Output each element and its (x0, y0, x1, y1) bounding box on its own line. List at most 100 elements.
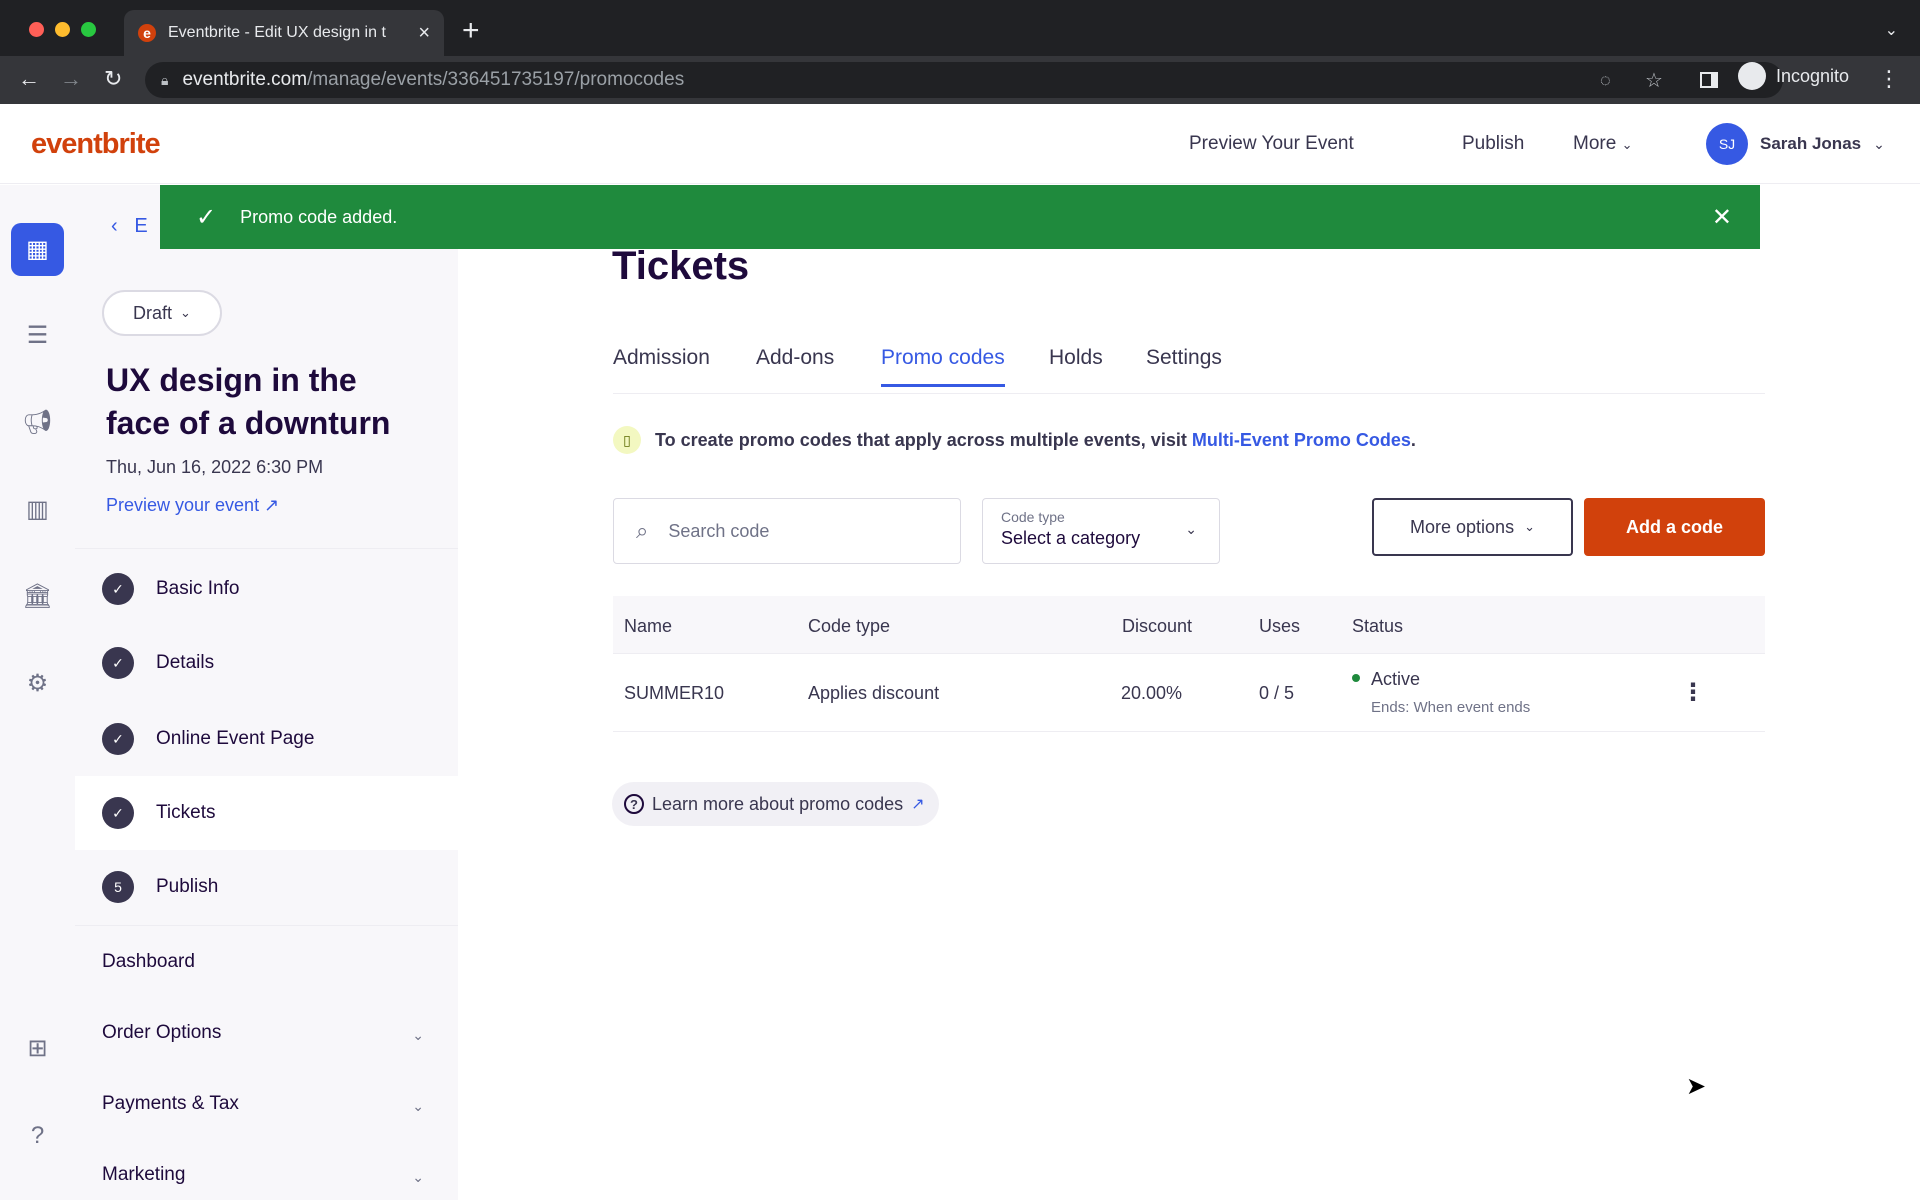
close-icon[interactable]: ✕ (1712, 203, 1732, 232)
step-publish[interactable]: 5 Publish (75, 850, 458, 924)
back-arrow-icon[interactable]: ← (18, 66, 40, 92)
column-header[interactable]: Name (624, 616, 672, 637)
sidebar-item-marketing[interactable]: Marketing (102, 1164, 185, 1186)
bank-icon[interactable]: 🏛︎ (11, 570, 64, 623)
help-icon: ? (624, 794, 644, 814)
code-name: SUMMER10 (624, 683, 725, 703)
tab-holds[interactable]: Holds (1049, 346, 1103, 384)
event-date: Thu, Jun 16, 2022 6:30 PM (106, 457, 324, 477)
step-basic-info[interactable]: ✓ Basic Info (75, 552, 458, 626)
check-icon: ✓ (102, 723, 134, 755)
step-label: Basic Info (156, 578, 240, 599)
eventbrite-favicon-icon: e (138, 24, 156, 42)
chevron-down-icon[interactable]: ⌄ (412, 1169, 424, 1186)
tab-settings[interactable]: Settings (1146, 346, 1222, 384)
browser-tab[interactable]: e Eventbrite - Edit UX design in t × (124, 10, 444, 56)
event-title: UX design in the face of a downturn (106, 362, 391, 441)
incognito-indicator[interactable]: Incognito (1738, 62, 1849, 90)
code-type-select[interactable]: Code type Select a category ⌄ (982, 498, 1220, 564)
window-maximize-button[interactable] (81, 22, 96, 37)
row-actions-kebab-icon[interactable]: ⋮ (1681, 678, 1705, 707)
preview-your-event-link[interactable]: Preview your event ↗ (106, 495, 279, 516)
megaphone-icon[interactable]: 📢︎ (11, 396, 64, 449)
success-toast: ✓ Promo code added. ✕ (160, 185, 1760, 249)
sidebar-item-order-options[interactable]: Order Options (102, 1022, 221, 1044)
divider (75, 925, 458, 926)
bar-chart-icon[interactable]: ▥ (11, 483, 64, 536)
reload-icon[interactable]: ↻ (104, 66, 122, 92)
status-dropdown[interactable]: Draft ⌄ (102, 290, 222, 336)
learn-more-link[interactable]: ? Learn more about promo codes ↗ (612, 782, 939, 826)
chevron-left-icon: ‹ (111, 215, 118, 237)
uses: 0 / 5 (1259, 683, 1295, 703)
user-name: Sarah Jonas (1760, 134, 1862, 153)
discount: 20.00% (1121, 683, 1183, 703)
search-field[interactable]: ⌕ (613, 498, 961, 564)
bookmark-star-icon[interactable]: ☆ (1645, 68, 1663, 93)
tab-promo-codes[interactable]: Promo codes (881, 346, 1005, 387)
step-details[interactable]: ✓ Details (75, 626, 458, 700)
browser-menu-icon[interactable]: ⋮ (1878, 66, 1900, 92)
publish-link[interactable]: Publish (1462, 133, 1524, 155)
multi-event-info: ▯ To create promo codes that apply acros… (613, 426, 1416, 454)
url-path: /manage/events/336451735197/promocodes (307, 69, 685, 90)
step-label: Publish (156, 876, 219, 897)
orders-list-icon[interactable]: ☰ (11, 309, 64, 362)
eventbrite-logo[interactable]: eventbrite (31, 128, 161, 161)
more-options-button[interactable]: More options ⌄ (1372, 498, 1573, 556)
chevron-down-icon[interactable]: ⌄ (412, 1098, 424, 1115)
sidebar-item-dashboard[interactable]: Dashboard (102, 951, 195, 973)
side-panel-icon[interactable] (1700, 72, 1718, 88)
icon-rail: ▦ ☰ 📢︎ ▥ 🏛︎ ⚙ ⊞ ? (0, 185, 75, 1200)
info-end: . (1410, 429, 1416, 450)
column-header[interactable]: Uses (1259, 616, 1300, 637)
step-online-event-page[interactable]: ✓ Online Event Page (75, 702, 458, 776)
more-menu[interactable]: More ⌄ (1573, 133, 1632, 155)
page-title: Tickets (612, 244, 750, 288)
code-type: Applies discount (808, 683, 940, 703)
sidebar-item-payments-tax[interactable]: Payments & Tax (102, 1093, 239, 1115)
gear-icon[interactable]: ⚙ (11, 657, 64, 710)
toast-message: Promo code added. (240, 206, 398, 227)
more-label: More (1573, 133, 1617, 154)
eye-off-icon[interactable]: ◌ (1600, 70, 1611, 91)
status-label: Draft (133, 302, 173, 323)
forward-arrow-icon[interactable]: → (60, 66, 82, 92)
url-host: eventbrite.com (182, 69, 308, 90)
multi-event-promo-codes-link[interactable]: Multi-Event Promo Codes (1192, 430, 1411, 450)
chevron-down-icon: ⌄ (1873, 135, 1885, 152)
back-to-events-link[interactable]: ‹ E (111, 215, 148, 238)
new-tab-button[interactable]: + (462, 14, 480, 48)
window-minimize-button[interactable] (55, 22, 70, 37)
table-row[interactable]: SUMMER10 Applies discount 20.00% 0 / 5 A… (613, 654, 1765, 732)
tab-search-icon[interactable]: ⌄ (1885, 20, 1898, 40)
chevron-down-icon: ⌄ (1524, 519, 1535, 534)
step-number: 5 (102, 871, 134, 903)
step-label: Tickets (156, 802, 216, 823)
chevron-down-icon: ⌄ (1185, 521, 1197, 537)
mouse-cursor-icon: ➤ (1686, 1073, 1707, 1100)
tab-close-icon[interactable]: × (418, 22, 430, 45)
add-code-button[interactable]: Add a code (1584, 498, 1765, 556)
chevron-down-icon[interactable]: ⌄ (412, 1027, 424, 1044)
event-sidebar: ‹ E Draft ⌄ UX design in the face of a d… (75, 185, 458, 1200)
window-close-button[interactable] (29, 22, 44, 37)
column-header[interactable]: Discount (1122, 616, 1192, 637)
code-type-value: Select a category (1001, 528, 1141, 548)
tab-admission[interactable]: Admission (613, 346, 710, 384)
help-icon[interactable]: ? (11, 1109, 64, 1162)
column-header[interactable]: Status (1352, 616, 1403, 637)
more-options-label: More options (1410, 516, 1515, 537)
preview-event-link[interactable]: Preview Your Event (1189, 133, 1354, 155)
user-menu[interactable]: SJ Sarah Jonas ⌄ (1706, 123, 1885, 165)
tab-add-ons[interactable]: Add-ons (756, 346, 834, 384)
search-icon: ⌕ (636, 518, 649, 543)
step-tickets[interactable]: ✓ Tickets (75, 776, 458, 850)
search-input[interactable] (668, 520, 919, 542)
status-badge: Active (1371, 669, 1421, 689)
column-header[interactable]: Code type (808, 616, 890, 637)
address-bar[interactable]: 🔒︎ eventbrite.com /manage/events/3364517… (145, 62, 1783, 98)
apps-grid-icon[interactable]: ⊞ (11, 1022, 64, 1075)
calendar-icon[interactable]: ▦ (11, 223, 64, 276)
status-end: Ends: When event ends (1371, 699, 1531, 716)
